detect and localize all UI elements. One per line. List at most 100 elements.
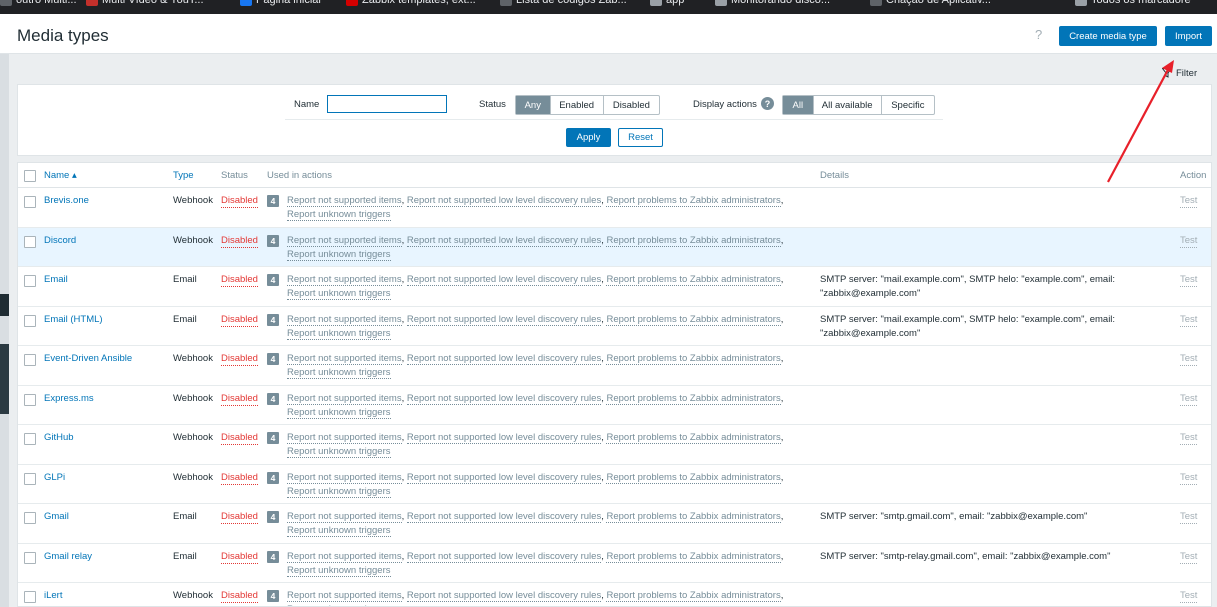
media-type-name-link[interactable]: Discord bbox=[44, 234, 76, 248]
action-link[interactable]: Report unknown triggers bbox=[287, 446, 391, 458]
bookmark-item[interactable]: Todos os marcadore bbox=[1075, 0, 1191, 6]
import-button[interactable]: Import bbox=[1165, 26, 1212, 46]
bookmark-item[interactable]: app bbox=[650, 0, 684, 6]
action-link[interactable]: Report not supported items bbox=[287, 313, 402, 326]
select-all-checkbox[interactable] bbox=[24, 170, 36, 182]
action-link[interactable]: Report not supported low level discovery… bbox=[406, 432, 602, 444]
action-link[interactable]: Report not supported items bbox=[287, 511, 402, 523]
action-link[interactable]: Report not supported items bbox=[287, 550, 402, 563]
bookmark-item[interactable]: Zabbix templates, ext... bbox=[346, 0, 476, 6]
action-link[interactable]: Report unknown triggers bbox=[287, 485, 391, 498]
test-link[interactable]: Test bbox=[1180, 432, 1198, 445]
row-checkbox[interactable] bbox=[24, 591, 36, 603]
status-disabled-link[interactable]: Disabled bbox=[221, 590, 258, 603]
media-type-name-link[interactable]: Gmail relay bbox=[44, 550, 92, 564]
action-link[interactable]: Report not supported low level discovery… bbox=[406, 471, 602, 484]
bookmark-item[interactable]: Lista de códigos Zab... bbox=[500, 0, 627, 6]
status-disabled-link[interactable]: Disabled bbox=[221, 195, 258, 208]
action-link[interactable]: Report problems to Zabbix administrators bbox=[606, 313, 781, 326]
action-link[interactable]: Report not supported low level discovery… bbox=[406, 234, 602, 247]
filter-tab[interactable]: Filter bbox=[1157, 62, 1212, 84]
action-link[interactable]: Report not supported items bbox=[287, 274, 402, 286]
media-type-name-link[interactable]: Email (HTML) bbox=[44, 313, 103, 327]
status-disabled-link[interactable]: Disabled bbox=[221, 393, 258, 406]
row-checkbox[interactable] bbox=[24, 472, 36, 485]
help-icon[interactable]: ? bbox=[1035, 27, 1042, 42]
action-link[interactable]: Report not supported low level discovery… bbox=[406, 550, 602, 563]
row-checkbox[interactable] bbox=[24, 393, 36, 406]
action-link[interactable]: Report problems to Zabbix administrators bbox=[606, 195, 781, 207]
action-link[interactable]: Report not supported items bbox=[287, 590, 402, 602]
action-link[interactable]: Report not supported items bbox=[287, 195, 402, 207]
test-link[interactable]: Test bbox=[1180, 472, 1198, 485]
display-specific-option[interactable]: Specific bbox=[882, 96, 934, 114]
action-link[interactable]: Report not supported low level discovery… bbox=[406, 353, 602, 365]
action-link[interactable]: Report unknown triggers bbox=[287, 564, 391, 577]
action-link[interactable]: Report problems to Zabbix administrators bbox=[606, 590, 781, 602]
action-link[interactable]: Report problems to Zabbix administrators bbox=[606, 234, 781, 247]
status-disabled-link[interactable]: Disabled bbox=[221, 511, 258, 524]
action-link[interactable]: Report not supported low level discovery… bbox=[406, 590, 602, 602]
status-disabled-link[interactable]: Disabled bbox=[221, 274, 258, 287]
column-type-header[interactable]: Type bbox=[173, 170, 194, 181]
name-filter-input[interactable] bbox=[327, 95, 447, 113]
media-type-name-link[interactable]: Brevis.one bbox=[44, 194, 89, 208]
status-disabled-link[interactable]: Disabled bbox=[221, 235, 258, 248]
test-link[interactable]: Test bbox=[1180, 314, 1198, 327]
test-link[interactable]: Test bbox=[1180, 511, 1198, 524]
row-checkbox[interactable] bbox=[24, 235, 36, 248]
action-link[interactable]: Report unknown triggers bbox=[287, 406, 391, 419]
row-checkbox[interactable] bbox=[24, 314, 36, 327]
action-link[interactable]: Report not supported items bbox=[287, 432, 402, 444]
bookmark-item[interactable]: Monitorando disco... bbox=[715, 0, 830, 6]
row-checkbox[interactable] bbox=[24, 512, 36, 524]
status-any-option[interactable]: Any bbox=[516, 96, 551, 114]
test-link[interactable]: Test bbox=[1180, 551, 1198, 564]
action-link[interactable]: Report problems to Zabbix administrators bbox=[606, 353, 781, 365]
action-link[interactable]: Report not supported low level discovery… bbox=[406, 392, 602, 405]
apply-button[interactable]: Apply bbox=[566, 128, 611, 147]
media-type-name-link[interactable]: Express.ms bbox=[44, 392, 94, 406]
test-link[interactable]: Test bbox=[1180, 590, 1198, 603]
create-media-type-button[interactable]: Create media type bbox=[1059, 26, 1157, 46]
action-link[interactable]: Report not supported items bbox=[287, 471, 402, 484]
action-link[interactable]: Report problems to Zabbix administrators bbox=[606, 511, 781, 523]
status-disabled-link[interactable]: Disabled bbox=[221, 353, 258, 366]
bookmark-item[interactable]: Página inicial bbox=[240, 0, 321, 6]
row-checkbox[interactable] bbox=[24, 551, 36, 564]
action-link[interactable]: Report not supported items bbox=[287, 234, 402, 247]
action-link[interactable]: Report not supported items bbox=[287, 353, 402, 365]
action-link[interactable]: Report not supported low level discovery… bbox=[406, 274, 602, 286]
test-link[interactable]: Test bbox=[1180, 393, 1198, 406]
media-type-name-link[interactable]: Gmail bbox=[44, 510, 69, 524]
display-all-option[interactable]: All bbox=[783, 96, 814, 114]
status-disabled-link[interactable]: Disabled bbox=[221, 551, 258, 564]
bookmark-item[interactable]: Criação de Aplicativ... bbox=[870, 0, 991, 6]
display-all-available-option[interactable]: All available bbox=[814, 96, 882, 114]
action-link[interactable]: Report not supported items bbox=[287, 392, 402, 405]
test-link[interactable]: Test bbox=[1180, 274, 1198, 287]
action-link[interactable]: Report unknown triggers bbox=[287, 367, 391, 379]
action-link[interactable]: Report unknown triggers bbox=[287, 288, 391, 300]
status-disabled-option[interactable]: Disabled bbox=[604, 96, 659, 114]
status-disabled-link[interactable]: Disabled bbox=[221, 314, 258, 327]
action-link[interactable]: Report not supported low level discovery… bbox=[406, 195, 602, 207]
media-type-name-link[interactable]: Email bbox=[44, 273, 68, 287]
test-link[interactable]: Test bbox=[1180, 353, 1198, 366]
media-type-name-link[interactable]: GitHub bbox=[44, 431, 74, 445]
action-link[interactable]: Report unknown triggers bbox=[287, 209, 391, 221]
action-link[interactable]: Report unknown triggers bbox=[287, 525, 391, 537]
row-checkbox[interactable] bbox=[24, 433, 36, 445]
status-disabled-link[interactable]: Disabled bbox=[221, 472, 258, 485]
action-link[interactable]: Report problems to Zabbix administrators bbox=[606, 550, 781, 563]
media-type-name-link[interactable]: GLPi bbox=[44, 471, 65, 485]
column-name-header[interactable]: Name ▴ bbox=[44, 170, 77, 181]
bookmark-item[interactable]: outro Multi... bbox=[0, 0, 77, 6]
row-checkbox[interactable] bbox=[24, 196, 36, 208]
status-enabled-option[interactable]: Enabled bbox=[551, 96, 604, 114]
row-checkbox[interactable] bbox=[24, 354, 36, 366]
action-link[interactable]: Report problems to Zabbix administrators bbox=[606, 274, 781, 286]
action-link[interactable]: Report problems to Zabbix administrators bbox=[606, 432, 781, 444]
test-link[interactable]: Test bbox=[1180, 235, 1198, 248]
status-disabled-link[interactable]: Disabled bbox=[221, 432, 258, 445]
